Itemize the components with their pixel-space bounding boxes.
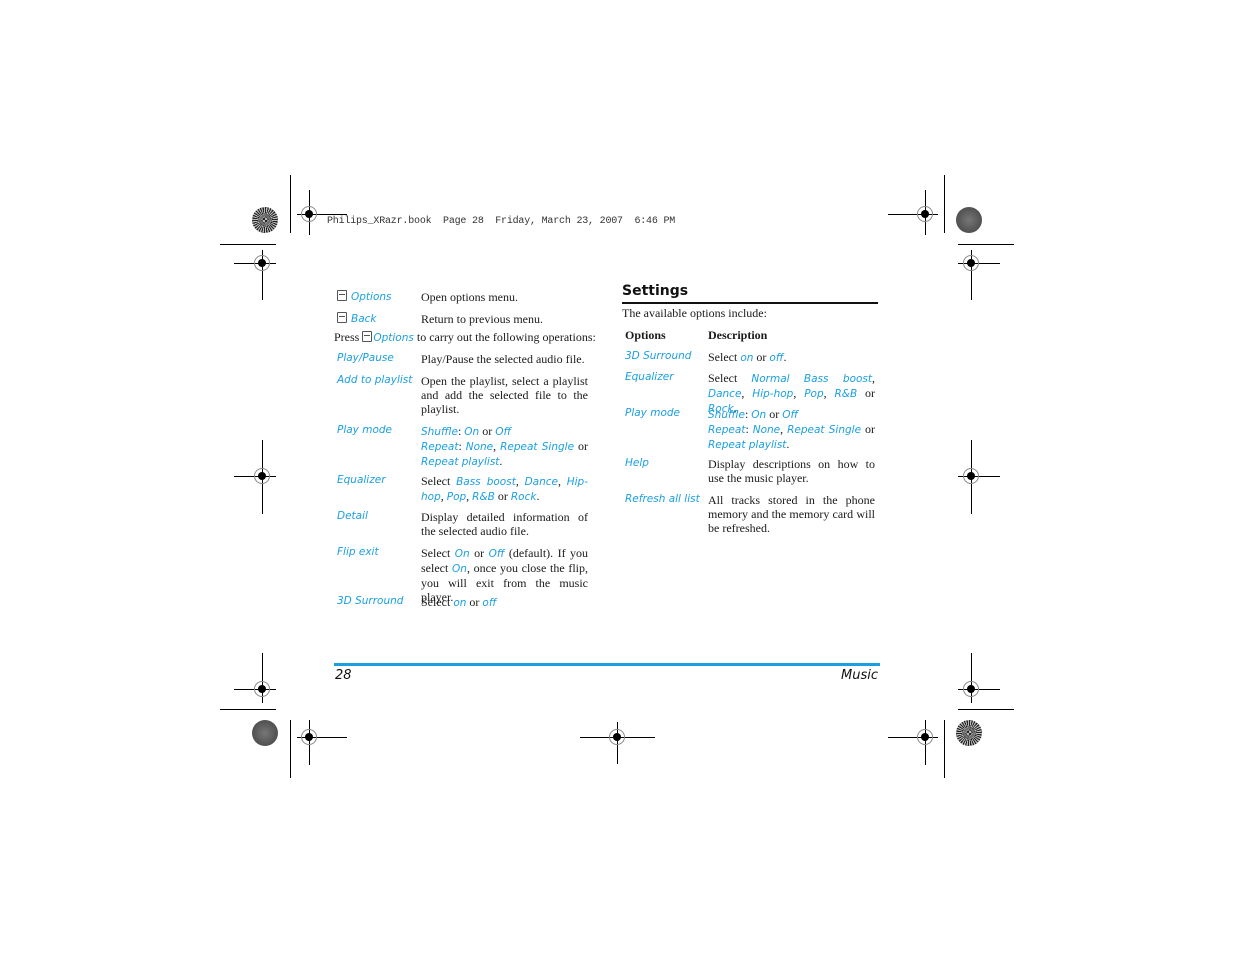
crop-line: [220, 244, 276, 245]
heading-rule: [622, 302, 878, 304]
registration-mark-icon: [254, 681, 270, 697]
column-header-description: Description: [708, 328, 768, 342]
softkey-back: Back: [337, 312, 377, 325]
option-label-play-mode: Play mode: [337, 424, 393, 436]
registration-mark-icon: [609, 729, 625, 745]
registration-mark-icon: [963, 681, 979, 697]
option-label-add-to-playlist: Add to playlist: [337, 374, 413, 386]
print-header: Philips_XRazr.book Page 28 Friday, March…: [327, 216, 676, 227]
option-label-detail: Detail: [337, 510, 368, 522]
left-softkey-icon: [362, 331, 373, 342]
right-softkey-icon: [337, 312, 347, 323]
option-description: Shuffle: On or Off Repeat: None, Repeat …: [421, 424, 588, 468]
registration-mark-icon: [301, 729, 317, 745]
option-label-play-pause: Play/Pause: [337, 352, 394, 364]
section-heading: Settings: [622, 283, 689, 299]
registration-mark-icon: [963, 255, 979, 271]
registration-mark-icon: [301, 206, 317, 222]
left-softkey-icon: [337, 290, 347, 301]
star-target-icon: [252, 207, 278, 233]
section-name: Music: [841, 668, 878, 683]
setting-label-help: Help: [625, 457, 649, 469]
option-description: Play/Pause the selected audio file.: [421, 352, 585, 366]
crop-line: [958, 244, 1014, 245]
footer-rule: [334, 663, 880, 666]
registration-mark-icon: [963, 468, 979, 484]
star-target-icon: [252, 720, 278, 746]
crop-line: [290, 175, 291, 233]
option-label-3d-surround: 3D Surround: [337, 595, 404, 607]
page-number: 28: [335, 668, 352, 683]
star-target-icon: [956, 720, 982, 746]
softkey-options: Options: [337, 290, 392, 303]
registration-mark-icon: [254, 468, 270, 484]
softkey-back-description: Return to previous menu.: [421, 312, 543, 326]
option-label-equalizer: Equalizer: [337, 474, 386, 486]
option-label-flip-exit: Flip exit: [337, 546, 379, 558]
setting-label-play-mode: Play mode: [625, 407, 681, 419]
setting-label-3d-surround: 3D Surround: [625, 350, 692, 362]
registration-mark-icon: [254, 255, 270, 271]
setting-description: Select on or off.: [708, 350, 787, 364]
crop-line: [290, 720, 291, 778]
option-description: Select Bass boost, Dance, Hip-hop, Pop, …: [421, 474, 588, 503]
softkey-options-description: Open options menu.: [421, 290, 518, 304]
crop-line: [944, 720, 945, 778]
star-target-icon: [956, 207, 982, 233]
option-description: Display detailed information of the sele…: [421, 510, 588, 538]
setting-description: Shuffle: On or Off Repeat: None, Repeat …: [708, 407, 875, 451]
registration-mark-icon: [917, 729, 933, 745]
crop-line: [944, 175, 945, 233]
option-description: Open the playlist, select a playlist and…: [421, 374, 588, 416]
registration-mark-icon: [917, 206, 933, 222]
settings-intro: The available options include:: [622, 306, 767, 320]
crop-line: [958, 709, 1014, 710]
option-description: Select on or off: [421, 595, 497, 609]
column-header-options: Options: [625, 328, 666, 342]
setting-label-refresh-all-list: Refresh all list: [625, 493, 700, 505]
setting-description: All tracks stored in the phone memory an…: [708, 493, 875, 535]
press-options-intro: Press Options to carry out the following…: [334, 330, 596, 344]
setting-label-equalizer: Equalizer: [625, 371, 674, 383]
crop-line: [220, 709, 276, 710]
setting-description: Display descriptions on how to use the m…: [708, 457, 875, 485]
